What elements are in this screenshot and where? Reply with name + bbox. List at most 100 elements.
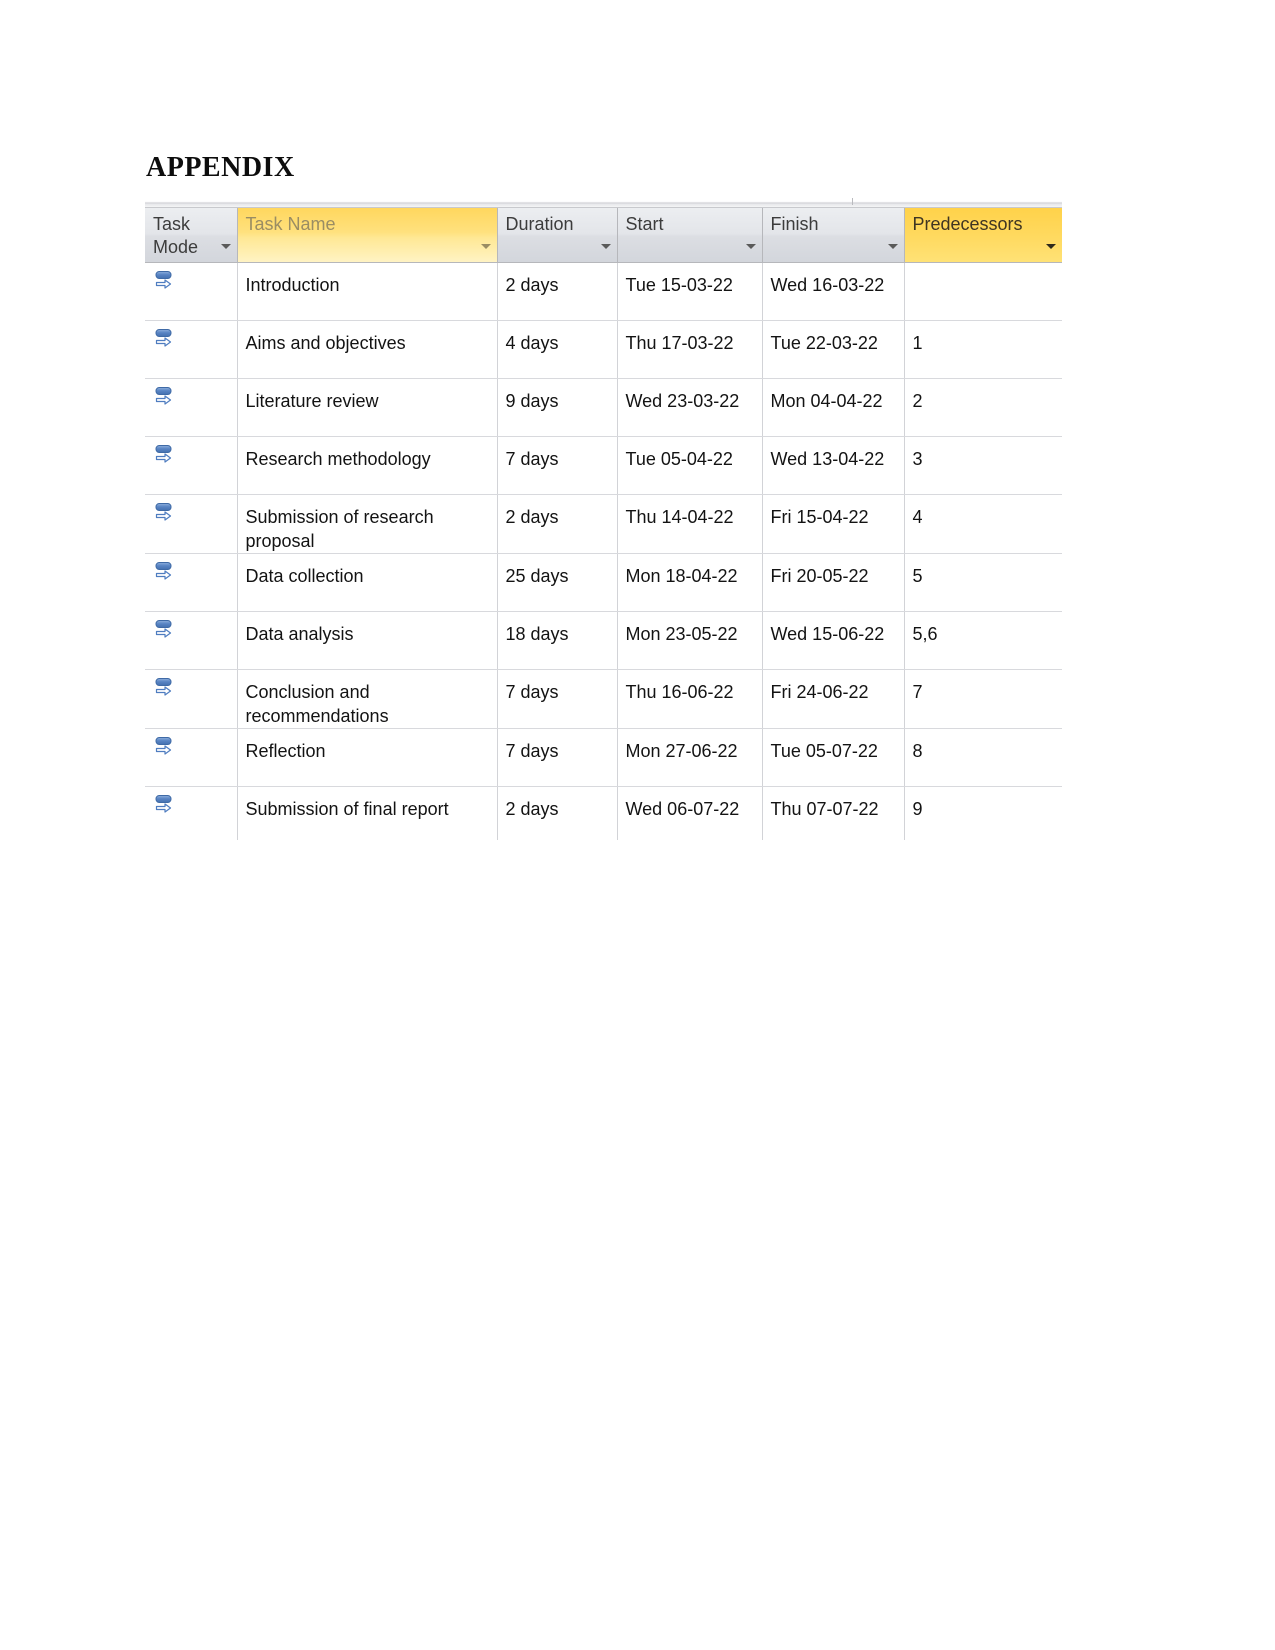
- cell-duration[interactable]: 7 days: [497, 436, 618, 495]
- cell-task-name[interactable]: Data collection: [237, 553, 498, 612]
- cell-finish[interactable]: Fri 15-04-22: [762, 494, 905, 554]
- cell-task-name[interactable]: Data analysis: [237, 611, 498, 670]
- cell-task-mode[interactable]: [145, 786, 238, 840]
- cell-predecessors[interactable]: 5,6: [904, 611, 1062, 670]
- cell-start[interactable]: Mon 18-04-22: [617, 553, 763, 612]
- cell-predecessors[interactable]: 8: [904, 728, 1062, 787]
- cell-finish-text: Wed 15-06-22: [770, 624, 885, 644]
- auto-scheduled-icon: [145, 735, 237, 761]
- table-row[interactable]: Reflection 7 days Mon 27-06-22 Tue 05-07-22…: [145, 728, 1062, 787]
- cell-predecessors[interactable]: 9: [904, 786, 1062, 840]
- column-header-task-name[interactable]: Task Name: [237, 208, 498, 263]
- cell-duration[interactable]: 2 days: [497, 494, 618, 554]
- cell-duration-text: 7 days: [505, 449, 559, 469]
- cell-duration-text: 2 days: [505, 275, 559, 295]
- cell-task-name[interactable]: Literature review: [237, 378, 498, 437]
- chevron-down-icon[interactable]: [887, 244, 898, 249]
- table-row[interactable]: Conclusion and recommendations 7 days Thu …: [145, 669, 1062, 729]
- cell-start[interactable]: Thu 14-04-22: [617, 494, 763, 554]
- cell-duration[interactable]: 25 days: [497, 553, 618, 612]
- table-row[interactable]: Research methodology 7 days Tue 05-04-22 We…: [145, 436, 1062, 495]
- cell-start[interactable]: Mon 27-06-22: [617, 728, 763, 787]
- cell-finish[interactable]: Wed 15-06-22: [762, 611, 905, 670]
- cell-predecessors-text: 4: [912, 507, 923, 527]
- cell-predecessors[interactable]: 1: [904, 320, 1062, 379]
- cell-duration[interactable]: 9 days: [497, 378, 618, 437]
- cell-start[interactable]: Tue 15-03-22: [617, 262, 763, 321]
- cell-predecessors-text: 8: [912, 741, 923, 761]
- cell-task-mode[interactable]: [145, 553, 238, 612]
- cell-finish[interactable]: Fri 20-05-22: [762, 553, 905, 612]
- column-header-predecessors[interactable]: Predecessors: [904, 208, 1062, 263]
- cell-predecessors-text: 2: [912, 391, 923, 411]
- cell-finish[interactable]: Fri 24-06-22: [762, 669, 905, 729]
- cell-task-mode[interactable]: [145, 611, 238, 670]
- cell-duration[interactable]: 18 days: [497, 611, 618, 670]
- cell-finish[interactable]: Wed 13-04-22: [762, 436, 905, 495]
- cell-predecessors[interactable]: [904, 262, 1062, 321]
- cell-duration[interactable]: 2 days: [497, 786, 618, 840]
- cell-duration[interactable]: 2 days: [497, 262, 618, 321]
- cell-task-name[interactable]: Reflection: [237, 728, 498, 787]
- chevron-down-icon[interactable]: [600, 244, 611, 249]
- cell-start[interactable]: Wed 06-07-22: [617, 786, 763, 840]
- cell-task-name[interactable]: Research methodology: [237, 436, 498, 495]
- column-header-finish[interactable]: Finish: [762, 208, 905, 263]
- cell-task-mode[interactable]: [145, 728, 238, 787]
- table-row[interactable]: Data collection 25 days Mon 18-04-22 Fri 20…: [145, 553, 1062, 612]
- cell-start[interactable]: Wed 23-03-22: [617, 378, 763, 437]
- cell-predecessors[interactable]: 2: [904, 378, 1062, 437]
- cell-task-name[interactable]: Submission of research proposal: [237, 494, 498, 554]
- cell-task-mode[interactable]: [145, 669, 238, 729]
- cell-task-name[interactable]: Submission of final report: [237, 786, 498, 840]
- column-header-start[interactable]: Start: [617, 208, 763, 263]
- cell-task-mode[interactable]: [145, 436, 238, 495]
- cell-task-mode[interactable]: [145, 262, 238, 321]
- cell-duration-text: 7 days: [505, 682, 559, 702]
- cell-task-mode[interactable]: [145, 320, 238, 379]
- chevron-down-icon[interactable]: [745, 244, 756, 249]
- column-header-label: Predecessors: [912, 214, 1023, 234]
- cell-predecessors[interactable]: 3: [904, 436, 1062, 495]
- cell-start[interactable]: Thu 16-06-22: [617, 669, 763, 729]
- cell-finish[interactable]: Tue 05-07-22: [762, 728, 905, 787]
- cell-duration-text: 2 days: [505, 507, 559, 527]
- column-header-label: Start: [625, 214, 664, 234]
- table-row[interactable]: Introduction 2 days Tue 15-03-22 Wed 16-03-…: [145, 262, 1062, 321]
- cell-predecessors[interactable]: 4: [904, 494, 1062, 554]
- cell-duration-text: 18 days: [505, 624, 569, 644]
- cell-start-text: Wed 23-03-22: [625, 391, 740, 411]
- cell-task-name[interactable]: Conclusion and recommendations: [237, 669, 498, 729]
- cell-finish[interactable]: Wed 16-03-22: [762, 262, 905, 321]
- cell-predecessors[interactable]: 5: [904, 553, 1062, 612]
- cell-duration[interactable]: 4 days: [497, 320, 618, 379]
- chevron-down-icon[interactable]: [1045, 244, 1056, 249]
- cell-task-mode[interactable]: [145, 494, 238, 554]
- cell-finish-text: Fri 24-06-22: [770, 682, 869, 702]
- cell-start[interactable]: Mon 23-05-22: [617, 611, 763, 670]
- table-row[interactable]: Data analysis 18 days Mon 23-05-22 Wed 15-0…: [145, 611, 1062, 670]
- cell-start[interactable]: Thu 17-03-22: [617, 320, 763, 379]
- cell-task-mode[interactable]: [145, 378, 238, 437]
- cell-task-name[interactable]: Aims and objectives: [237, 320, 498, 379]
- auto-scheduled-icon: [145, 443, 237, 469]
- table-row[interactable]: Submission of research proposal 2 days Thu…: [145, 494, 1062, 554]
- auto-scheduled-icon: [145, 560, 237, 586]
- cell-finish[interactable]: Thu 07-07-22: [762, 786, 905, 840]
- cell-finish[interactable]: Tue 22-03-22: [762, 320, 905, 379]
- cell-start-text: Mon 23-05-22: [625, 624, 738, 644]
- cell-duration[interactable]: 7 days: [497, 669, 618, 729]
- table-row[interactable]: Aims and objectives 4 days Thu 17-03-22 Tue…: [145, 320, 1062, 379]
- cell-duration[interactable]: 7 days: [497, 728, 618, 787]
- table-row[interactable]: Literature review 9 days Wed 23-03-22 Mon 0…: [145, 378, 1062, 437]
- column-header-task-mode[interactable]: Task Mode: [145, 208, 238, 263]
- chevron-down-icon[interactable]: [220, 244, 231, 249]
- table-row[interactable]: Submission of final report 2 days Wed 06-0…: [145, 786, 1062, 840]
- cell-predecessors[interactable]: 7: [904, 669, 1062, 729]
- chevron-down-icon[interactable]: [480, 244, 491, 249]
- cell-start[interactable]: Tue 05-04-22: [617, 436, 763, 495]
- column-header-duration[interactable]: Duration: [497, 208, 618, 263]
- cell-finish[interactable]: Mon 04-04-22: [762, 378, 905, 437]
- cell-task-name[interactable]: Introduction: [237, 262, 498, 321]
- auto-scheduled-icon: [145, 327, 237, 353]
